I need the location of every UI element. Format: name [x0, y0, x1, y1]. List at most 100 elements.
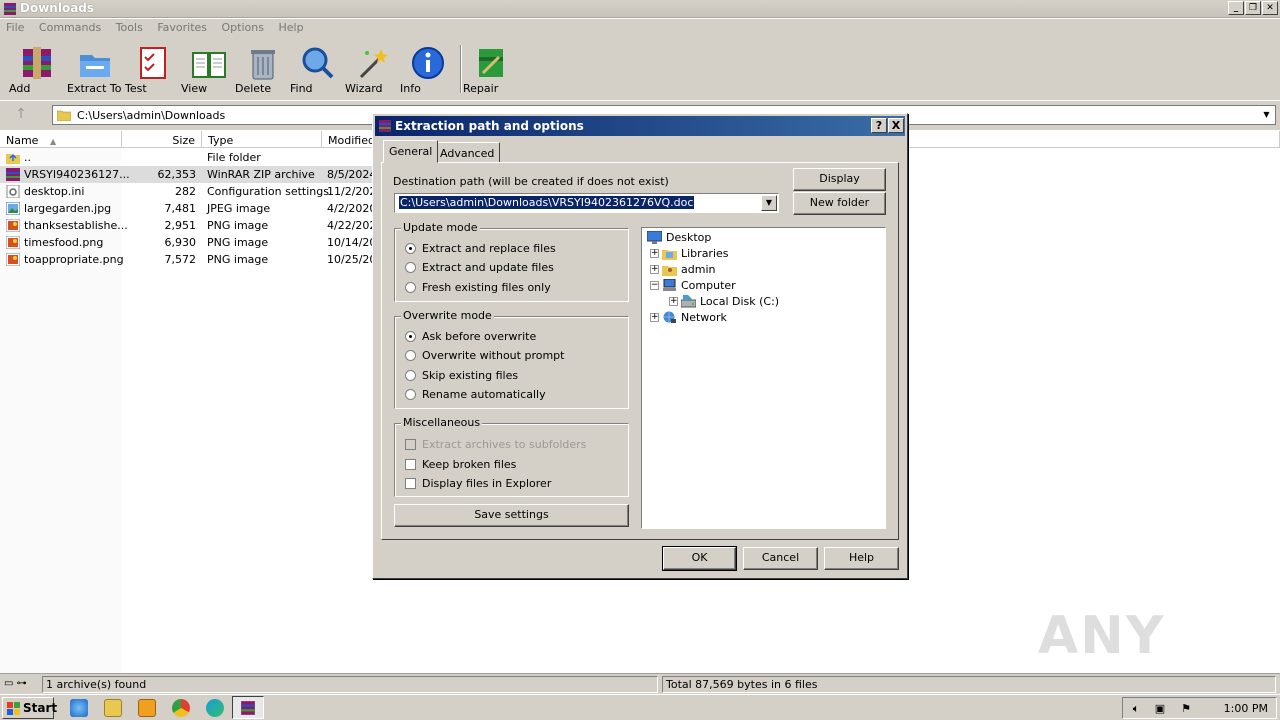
- add-button[interactable]: Add: [9, 45, 65, 95]
- edge-icon[interactable]: [206, 699, 224, 717]
- save-settings-button[interactable]: Save settings: [394, 504, 629, 527]
- destination-path-input[interactable]: C:\Users\admin\Downloads\VRSYI9402361276…: [394, 193, 779, 213]
- table-row[interactable]: largegarden.jpg 7,481 JPEG image 4/2/202…: [0, 200, 380, 217]
- internet-explorer-icon[interactable]: [70, 699, 88, 717]
- minimize-button[interactable]: _: [1228, 1, 1244, 15]
- wizard-button[interactable]: Wizard: [345, 45, 401, 95]
- miscellaneous-group: Miscellaneous Extract archives to subfol…: [394, 416, 629, 497]
- view-button[interactable]: View: [181, 45, 237, 95]
- help-button[interactable]: Help: [824, 547, 899, 570]
- dialog-help-button[interactable]: ?: [871, 118, 887, 133]
- find-button[interactable]: Find: [290, 45, 346, 95]
- network-icon[interactable]: ▣: [1153, 702, 1167, 716]
- radio-extract-replace[interactable]: Extract and replace files: [405, 242, 556, 255]
- display-button[interactable]: Display: [793, 168, 886, 191]
- radio-extract-update[interactable]: Extract and update files: [405, 261, 554, 274]
- tree-item-local-disk[interactable]: + Local Disk (C:): [669, 294, 869, 310]
- hard-drive-icon: [681, 295, 696, 308]
- menu-options[interactable]: Options: [216, 19, 269, 34]
- menu-favorites[interactable]: Favorites: [151, 19, 212, 34]
- status-right: Total 87,569 bytes in 6 files: [662, 676, 1276, 693]
- destination-label: Destination path (will be created if doe…: [393, 175, 669, 188]
- media-player-icon[interactable]: [138, 699, 156, 717]
- expand-icon[interactable]: +: [669, 297, 678, 306]
- windows-logo-icon: [7, 702, 20, 715]
- column-header-name[interactable]: Name ▲: [0, 131, 122, 148]
- menu-file[interactable]: File: [0, 19, 29, 34]
- system-tray: 🔈︎ ▣ ⚑ 1:00 PM: [1122, 697, 1277, 719]
- dialog-close-button[interactable]: X: [888, 118, 904, 133]
- window-title: Downloads: [20, 1, 95, 15]
- overwrite-mode-title: Overwrite mode: [401, 309, 494, 322]
- tab-general[interactable]: General: [383, 140, 439, 163]
- tree-item-network[interactable]: + Network: [650, 310, 850, 326]
- clock: 1:00 PM: [1223, 702, 1268, 715]
- menu-tools[interactable]: Tools: [110, 19, 148, 34]
- repair-button[interactable]: Repair: [463, 45, 519, 95]
- dialog-titlebar: Extraction path and options ? X: [375, 116, 905, 136]
- speaker-icon[interactable]: 🔈︎: [1129, 702, 1143, 716]
- test-button[interactable]: Test: [125, 45, 181, 95]
- chevron-down-icon[interactable]: ▼: [761, 195, 777, 211]
- test-icon: [140, 47, 166, 79]
- radio-skip-existing[interactable]: Skip existing files: [405, 369, 518, 382]
- radio-fresh-existing[interactable]: Fresh existing files only: [405, 281, 551, 294]
- file-explorer-icon[interactable]: [104, 699, 122, 717]
- zip-archive-icon: [6, 168, 20, 181]
- column-header-size[interactable]: Size: [122, 131, 202, 148]
- cancel-button[interactable]: Cancel: [743, 547, 818, 570]
- chrome-icon[interactable]: [172, 699, 190, 717]
- close-window-button[interactable]: ✕: [1262, 1, 1278, 15]
- wizard-icon: [359, 49, 388, 79]
- menu-commands[interactable]: Commands: [33, 19, 106, 34]
- table-row[interactable]: timesfood.png 6,930 PNG image 10/14/20: [0, 234, 380, 251]
- table-row[interactable]: thanksestablishe... 2,951 PNG image 4/22…: [0, 217, 380, 234]
- start-button[interactable]: Start: [2, 697, 57, 719]
- tree-item-libraries[interactable]: + Libraries: [650, 246, 850, 262]
- repair-icon: [479, 49, 503, 77]
- up-folder-button[interactable]: ↑: [10, 106, 32, 126]
- table-row[interactable]: .. File folder: [0, 149, 380, 166]
- delete-icon: [251, 50, 275, 80]
- expand-icon[interactable]: +: [650, 313, 659, 322]
- menu-bar: File Commands Tools Favorites Options He…: [0, 19, 1280, 37]
- checkbox-display-in-explorer[interactable]: Display files in Explorer: [405, 477, 551, 490]
- png-image-icon: [6, 236, 20, 249]
- taskbar-winrar-button[interactable]: [232, 696, 264, 719]
- radio-overwrite-without-prompt[interactable]: Overwrite without prompt: [405, 349, 564, 362]
- ok-button[interactable]: OK: [662, 546, 737, 571]
- winrar-icon: [379, 120, 391, 132]
- tab-advanced[interactable]: Advanced: [434, 142, 501, 163]
- collapse-icon[interactable]: −: [650, 281, 659, 290]
- delete-button[interactable]: Delete: [235, 45, 291, 95]
- drive-key-icon: ▭ ⊶: [4, 678, 27, 689]
- winrar-icon: [4, 3, 16, 15]
- menu-help[interactable]: Help: [272, 19, 308, 34]
- tree-item-desktop[interactable]: Desktop: [646, 230, 846, 246]
- expand-icon[interactable]: +: [650, 249, 659, 258]
- column-header-type[interactable]: Type: [202, 131, 322, 148]
- png-image-icon: [6, 253, 20, 266]
- expand-icon[interactable]: +: [650, 265, 659, 274]
- network-icon: [663, 311, 676, 323]
- table-row[interactable]: VRSYI940236127... 62,353 WinRAR ZIP arch…: [0, 166, 380, 183]
- destination-path-value: C:\Users\admin\Downloads\VRSYI9402361276…: [397, 195, 696, 210]
- desktop-icon: [647, 231, 662, 244]
- table-row[interactable]: desktop.ini 282 Configuration settings 1…: [0, 183, 380, 200]
- overwrite-mode-group: Overwrite mode Ask before overwrite Over…: [394, 309, 629, 409]
- checkbox-keep-broken-files[interactable]: Keep broken files: [405, 458, 516, 471]
- radio-rename-automatically[interactable]: Rename automatically: [405, 388, 546, 401]
- radio-ask-before-overwrite[interactable]: Ask before overwrite: [405, 330, 536, 343]
- info-icon: [412, 47, 444, 79]
- tree-item-admin[interactable]: + admin: [650, 262, 850, 278]
- tree-item-computer[interactable]: − Computer: [650, 278, 850, 294]
- extract-to-button[interactable]: Extract To: [67, 45, 123, 95]
- chevron-down-icon[interactable]: ▼: [1259, 107, 1274, 123]
- new-folder-button[interactable]: New folder: [793, 192, 886, 215]
- table-row[interactable]: toappropriate.png 7,572 PNG image 10/25/…: [0, 251, 380, 268]
- folder-tree[interactable]: Desktop + Libraries + admin − Computer +…: [641, 227, 886, 529]
- taskbar: Start 🔈︎ ▣ ⚑ 1:00 PM: [0, 694, 1280, 720]
- restore-button[interactable]: ❐: [1245, 1, 1261, 15]
- flag-icon[interactable]: ⚑: [1179, 702, 1193, 716]
- info-button[interactable]: Info: [400, 45, 456, 95]
